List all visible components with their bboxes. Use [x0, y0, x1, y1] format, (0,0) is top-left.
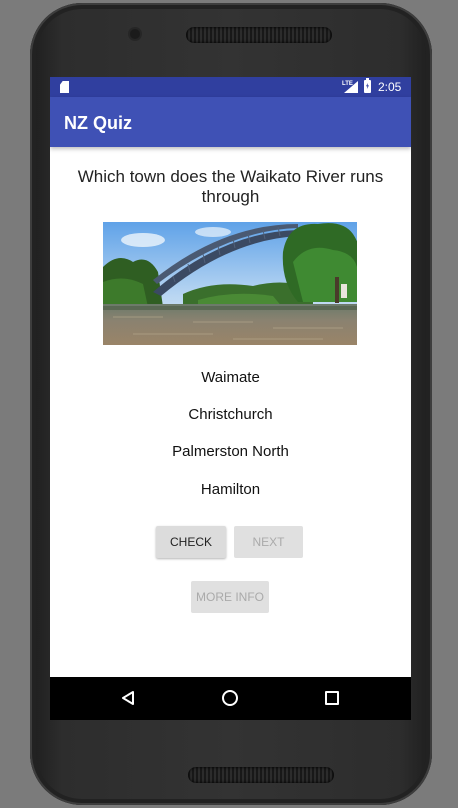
- answer-option-3[interactable]: Palmerston North: [50, 443, 411, 461]
- answer-option-4[interactable]: Hamilton: [50, 481, 411, 499]
- bottom-speaker: [188, 767, 334, 783]
- waikato-bridge-photo: [103, 222, 357, 345]
- battery-charging-icon: [364, 78, 371, 93]
- app-bar: NZ Quiz: [50, 97, 411, 147]
- sd-card-icon: [60, 81, 69, 93]
- check-button[interactable]: CHECK: [156, 526, 226, 558]
- status-bar: LTE 2:05: [50, 77, 411, 97]
- answer-option-1[interactable]: Waimate: [50, 369, 411, 387]
- question-image: [103, 222, 357, 345]
- answer-option-2[interactable]: Christchurch: [50, 406, 411, 424]
- navigation-bar: [50, 677, 411, 720]
- status-time: 2:05: [378, 80, 402, 94]
- app-title: NZ Quiz: [64, 113, 132, 133]
- back-icon[interactable]: [120, 690, 136, 706]
- home-icon[interactable]: [222, 690, 238, 706]
- lte-label: LTE: [342, 81, 353, 87]
- question-text: Which town does the Waikato River runs t…: [77, 167, 384, 206]
- front-camera: [130, 29, 140, 39]
- more-info-button[interactable]: MORE INFO: [191, 581, 269, 613]
- top-speaker: [186, 27, 332, 43]
- recents-icon[interactable]: [325, 691, 339, 705]
- app-screen: LTE 2:05 NZ Quiz Which town does the Wai…: [50, 77, 411, 720]
- next-button[interactable]: NEXT: [234, 526, 303, 558]
